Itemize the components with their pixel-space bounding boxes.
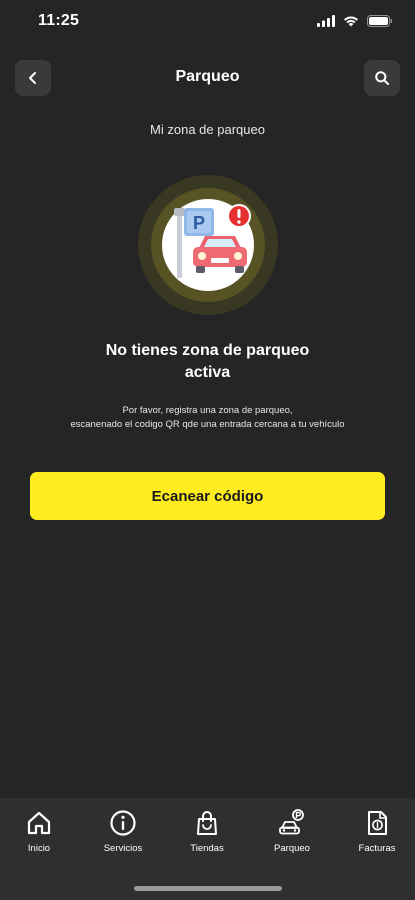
empty-state-description-line1: Por favor, registra una zona de parqueo, (122, 405, 293, 416)
parking-sign-letter: P (193, 213, 205, 233)
parking-car-icon (277, 808, 307, 838)
empty-state-description-line2: escanenado el codigo QR qde una entrada … (70, 419, 345, 430)
battery-icon (367, 14, 393, 32)
tab-servicios[interactable]: Servicios (88, 808, 158, 860)
info-icon (108, 808, 138, 838)
empty-state-title: No tienes zona de parqueo activa (40, 340, 375, 384)
tab-label: Parqueo (274, 843, 310, 854)
search-icon (375, 71, 389, 85)
tab-tiendas[interactable]: Tiendas (172, 808, 242, 860)
empty-state-description: Por favor, registra una zona de parqueo,… (20, 404, 395, 432)
home-indicator[interactable] (134, 886, 282, 891)
tab-facturas[interactable]: Facturas (342, 808, 412, 860)
shopping-bag-icon (192, 808, 222, 838)
status-time: 11:25 (38, 12, 80, 29)
wifi-icon (343, 14, 359, 32)
tab-inicio[interactable]: Inicio (4, 808, 74, 860)
empty-state-title-line2: activa (184, 364, 231, 381)
tab-label: Inicio (27, 843, 51, 854)
header: Parqueo (0, 60, 415, 96)
search-button[interactable] (364, 60, 400, 96)
bottom-tab-bar: Inicio Servicios Tiendas Parqueo Factura… (0, 798, 415, 900)
scan-code-button[interactable]: Ecanear código (30, 472, 385, 520)
home-icon (24, 808, 54, 838)
section-label: Mi zona de parqueo (150, 122, 265, 137)
tab-label: Tiendas (190, 843, 224, 854)
status-bar: 11:25 (0, 0, 415, 44)
signal-icon (317, 14, 335, 32)
parking-illustration: P (137, 174, 279, 316)
status-icons (317, 14, 393, 32)
tab-label: Facturas (358, 843, 396, 854)
empty-state-title-line1: No tienes zona de parqueo (105, 342, 310, 359)
tab-parqueo[interactable]: Parqueo (257, 808, 327, 860)
page-title: Parqueo (175, 68, 240, 85)
invoice-icon (362, 808, 392, 838)
tab-label: Servicios (103, 843, 143, 854)
